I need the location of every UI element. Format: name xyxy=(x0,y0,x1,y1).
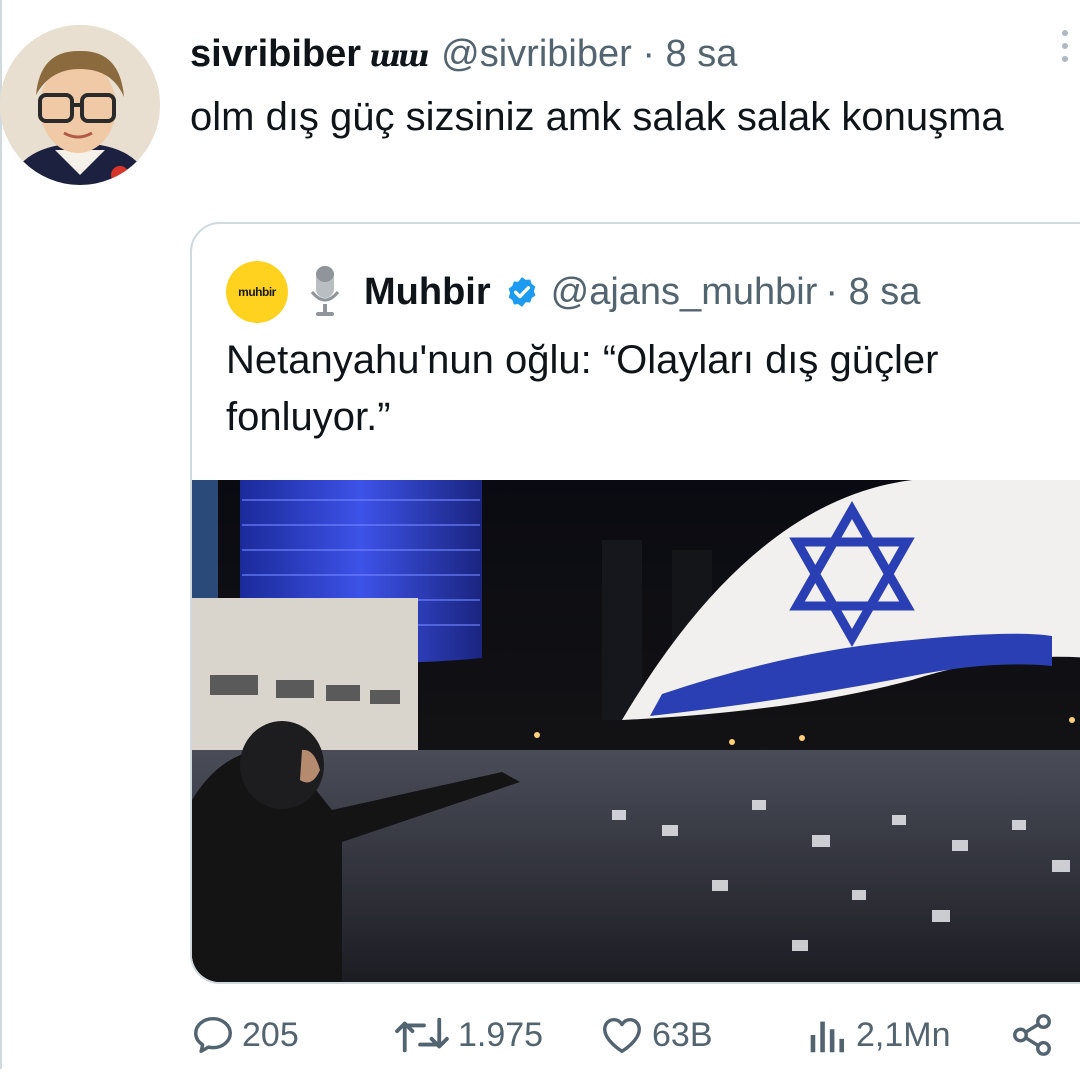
author-avatar[interactable] xyxy=(0,25,160,185)
author-name-glyph: ɯɯ xyxy=(369,39,429,74)
reply-icon xyxy=(194,1016,232,1054)
avatar-portrait xyxy=(0,25,160,185)
views-button[interactable]: 2,1Mn xyxy=(802,1012,951,1058)
verified-badge-icon xyxy=(508,277,535,307)
quoted-author-avatar[interactable]: muhbir xyxy=(226,261,288,323)
retweet-icon xyxy=(395,1017,449,1053)
quoted-tweet-card[interactable]: muhbir Muhbir @ajans_muhbir · 8 sa Netan… xyxy=(190,222,1080,984)
reply-count: 205 xyxy=(242,1015,299,1054)
tweet-header: sivribiber ɯɯ @sivribiber · 8 sa xyxy=(190,30,737,81)
like-count: 63B xyxy=(652,1015,713,1054)
quoted-author-name[interactable]: Muhbir xyxy=(364,271,491,314)
view-count: 2,1Mn xyxy=(856,1015,951,1054)
thread-line xyxy=(0,0,2,1069)
reply-button[interactable]: 205 xyxy=(190,1012,299,1058)
tweet-action-bar: 205 1.975 63B 2,1Mn xyxy=(190,1012,1070,1072)
quoted-tweet-text: Netanyahu'nun oğlu: “Olayları dış güçler… xyxy=(226,338,939,439)
retweet-button[interactable]: 1.975 xyxy=(392,1012,543,1058)
microphone-icon xyxy=(310,266,340,316)
retweet-count: 1.975 xyxy=(458,1015,544,1054)
tweet-time[interactable]: · 8 sa xyxy=(642,33,737,75)
quoted-tweet-time[interactable]: · 8 sa xyxy=(825,271,920,314)
share-button[interactable] xyxy=(1008,1012,1062,1058)
like-button[interactable]: 63B xyxy=(598,1012,713,1058)
heart-icon xyxy=(603,1017,641,1054)
author-handle[interactable]: @sivribiber xyxy=(441,33,632,75)
quoted-tweet-header: muhbir Muhbir @ajans_muhbir · 8 sa xyxy=(226,260,920,324)
quoted-tweet-photo[interactable] xyxy=(192,480,1080,984)
quoted-author-handle[interactable]: @ajans_muhbir xyxy=(551,271,818,314)
views-chart-icon xyxy=(810,1021,845,1053)
more-options-icon[interactable] xyxy=(1058,30,1072,69)
share-icon xyxy=(1013,1014,1051,1056)
tweet-text: olm dış güç sizsiniz amk salak salak kon… xyxy=(190,95,1004,139)
author-name[interactable]: sivribiber xyxy=(190,33,361,75)
